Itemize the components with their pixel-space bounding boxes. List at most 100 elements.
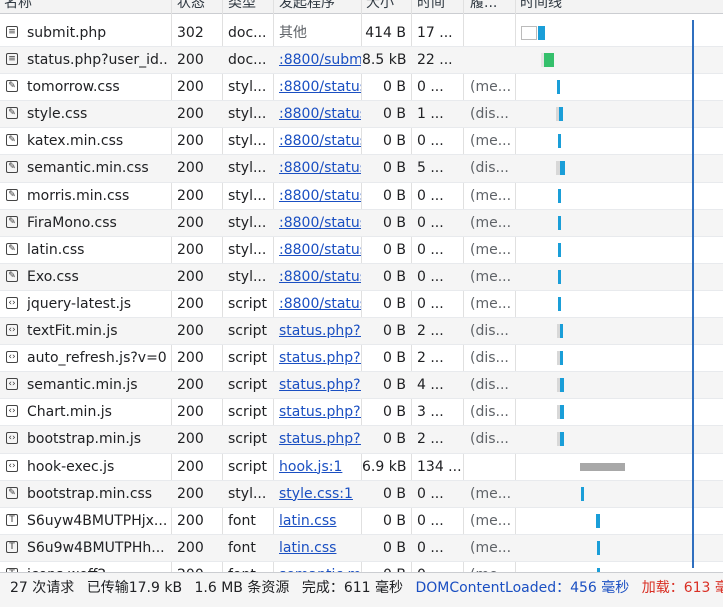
request-initiator[interactable]: :8800/status (279, 237, 361, 263)
request-time: 2 ... (417, 431, 444, 448)
request-type: script (228, 377, 268, 394)
table-row[interactable]: ‹› bootstrap.min.js 200 script status.php?u 0… (0, 426, 723, 454)
request-status: 200 (177, 350, 204, 367)
request-type: script (228, 431, 268, 448)
request-initiator[interactable]: :8800/status (279, 291, 361, 317)
waterfall-bar (560, 161, 565, 176)
col-header-type[interactable]: 类型 (228, 0, 272, 13)
request-size: 0 B (383, 539, 406, 556)
table-row[interactable]: ✎ morris.min.css 200 styl...:8800/status 0 B… (0, 183, 723, 210)
request-status: 200 (177, 241, 204, 258)
request-priority: (me... (470, 268, 512, 285)
request-status: 200 (177, 187, 204, 204)
css-file-icon: ✎ (6, 215, 18, 228)
resources-size: 1.6 MB 条资源 (194, 580, 290, 596)
request-time: 0 ... (417, 133, 444, 150)
table-row[interactable]: ‹› jquery-latest.js 200 script:8800/status 0… (0, 291, 723, 319)
request-size: 414 B (365, 25, 406, 41)
request-initiator[interactable]: latin.css (279, 508, 361, 534)
request-priority: (me... (470, 485, 512, 502)
table-row[interactable]: ✎ style.css 200 styl...:8800/status 0 B 1 ...… (0, 101, 723, 129)
request-initiator[interactable]: :8800/status (279, 264, 361, 290)
request-status: 200 (177, 106, 204, 123)
col-header-priority[interactable]: 履... (470, 0, 514, 13)
table-row[interactable]: ≡ status.php?user_id... 200 doc...:8800/sub… (0, 47, 723, 75)
col-header-name[interactable]: 名称 (4, 0, 169, 13)
request-name: Exo.css (27, 268, 79, 285)
request-name: semantic.min.css (27, 160, 149, 177)
request-type: styl... (228, 214, 267, 231)
css-file-icon: ✎ (6, 107, 18, 120)
waterfall-bar (560, 432, 564, 447)
table-row[interactable]: T S6uyw4BMUTPHjx... 200 font latin.css 0 B 0 .… (0, 508, 723, 535)
request-name: submit.php (27, 25, 107, 41)
waterfall-bar (558, 215, 561, 230)
table-row[interactable]: ✎ semantic.min.css 200 styl...:8800/status 0… (0, 155, 723, 183)
font-file-icon: T (6, 540, 18, 553)
waterfall-bar (558, 296, 561, 311)
table-row[interactable]: ✎ Exo.css 200 styl...:8800/status 0 B 0 ... (m… (0, 263, 723, 291)
col-header-status[interactable]: 状态 (177, 0, 222, 13)
table-row[interactable]: T S6u9w4BMUTPHh... 200 font latin.css 0 B 0 ..… (0, 534, 723, 562)
request-initiator[interactable]: style.css:1 (279, 481, 361, 507)
table-row[interactable]: ‹› Chart.min.js 200 script status.php?u 0 B 3 … (0, 399, 723, 427)
request-initiator[interactable]: status.php?u (279, 399, 361, 425)
request-status: 200 (177, 458, 204, 475)
waterfall-bar (560, 324, 563, 339)
table-row[interactable]: ✎ FiraMono.css 200 styl...:8800/status 0 B 0 … (0, 209, 723, 237)
finish-time: 完成：611 毫秒 (301, 580, 403, 596)
request-initiator[interactable]: :8800/submi (279, 47, 361, 73)
request-initiator[interactable]: status.php?u (279, 426, 361, 452)
request-initiator[interactable]: :8800/status (279, 128, 361, 154)
request-initiator[interactable]: latin.css (279, 535, 361, 561)
table-row[interactable]: ✎ latin.css 200 styl...:8800/status 0 B 0 ...… (0, 237, 723, 264)
request-name: S6uyw4BMUTPHjx... (27, 512, 167, 529)
col-header-time[interactable]: 时间 (417, 0, 462, 13)
col-header-size[interactable]: 大小 (366, 0, 412, 13)
request-status: 200 (177, 133, 204, 150)
request-initiator[interactable]: :8800/status (279, 101, 361, 127)
table-row[interactable]: ✎ katex.min.css 200 styl...:8800/status 0 B 0… (0, 128, 723, 156)
request-time: 0 ... (417, 295, 444, 312)
js-file-icon: ‹› (6, 351, 18, 364)
request-initiator[interactable]: status.php?u (279, 318, 361, 344)
css-file-icon: ✎ (6, 242, 18, 255)
request-initiator[interactable]: :8800/status (279, 183, 361, 209)
table-row[interactable]: ‹› auto_refresh.js?v=0... 200 script status.… (0, 345, 723, 373)
table-row[interactable]: ‹› hook-exec.js 200 script hook.js:1 6.9 kB 13… (0, 454, 723, 481)
table-row[interactable]: ‹› textFit.min.js 200 script status.php?u 0 B… (0, 318, 723, 346)
request-initiator[interactable]: :8800/status (279, 210, 361, 236)
waterfall-bar (558, 269, 561, 284)
request-initiator[interactable]: hook.js:1 (279, 454, 361, 480)
request-name: tomorrow.css (27, 79, 120, 96)
col-header-initiator[interactable]: 发起程序 (279, 0, 359, 13)
request-type: script (228, 404, 268, 421)
waterfall-bar (538, 26, 545, 40)
col-header-waterfall[interactable]: 时间线 (520, 0, 710, 13)
request-time: 0 ... (417, 539, 444, 556)
table-row[interactable]: ✎ bootstrap.min.css 200 styl... style.css:1 0… (0, 480, 723, 508)
request-type: doc... (228, 52, 267, 69)
table-row[interactable]: ✎ tomorrow.css 200 styl...:8800/status 0 B 0 … (0, 74, 723, 102)
request-priority: (me... (470, 512, 512, 529)
waterfall-bar (596, 513, 600, 528)
request-initiator[interactable]: status.php?u (279, 372, 361, 398)
request-initiator[interactable]: :8800/status (279, 155, 361, 181)
request-time: 134 ... (417, 458, 462, 475)
request-time: 0 ... (417, 79, 444, 96)
request-type: script (228, 350, 268, 367)
request-time: 4 ... (417, 377, 444, 394)
request-status: 200 (177, 52, 204, 69)
table-row[interactable]: ≡ submit.php 302 doc... 其他 414 B 17 ... (0, 20, 723, 48)
request-type: styl... (228, 106, 267, 123)
request-name: bootstrap.min.css (27, 485, 153, 502)
request-type: script (228, 295, 268, 312)
request-initiator[interactable]: :8800/status (279, 74, 361, 100)
request-time: 1 ... (417, 106, 444, 123)
request-priority: (me... (470, 295, 512, 312)
waterfall-bar (580, 462, 625, 471)
table-row[interactable]: ‹› semantic.min.js 200 script status.php?u 0 … (0, 372, 723, 400)
request-initiator[interactable]: status.php?u (279, 345, 361, 371)
request-type: styl... (228, 241, 267, 258)
transferred-size: 已传输17.9 kB (86, 580, 183, 596)
